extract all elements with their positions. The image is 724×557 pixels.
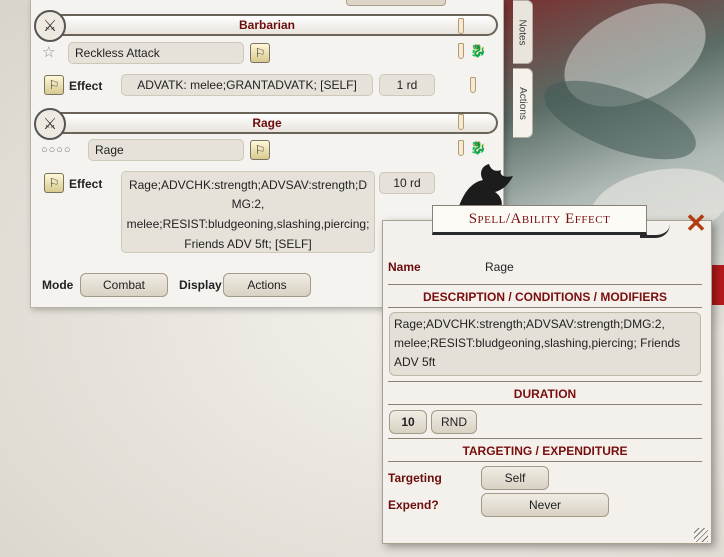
uses-counter[interactable]: ○○○○ (41, 144, 72, 156)
dragon-roll-icon[interactable]: 🐉 (470, 43, 486, 59)
effect-duration-field[interactable]: 1 rd (379, 74, 435, 96)
divider (388, 438, 702, 439)
dragon-roll-icon[interactable]: 🐉 (470, 140, 486, 156)
effect-duration-field[interactable]: 10 rd (379, 172, 435, 194)
effect-line: Friends ADV 5ft; [SELF] (184, 237, 312, 251)
drag-handle-icon[interactable] (470, 77, 476, 93)
drag-handle-icon[interactable] (458, 140, 464, 156)
effect-value-field[interactable]: ADVATK: melee;GRANTADVATK; [SELF] (121, 74, 373, 96)
display-label: Display (179, 278, 222, 292)
power-name-field[interactable]: Reckless Attack (68, 42, 244, 64)
tab-actions[interactable]: Actions (513, 68, 533, 138)
name-value[interactable]: Rage (485, 260, 514, 274)
close-icon[interactable]: ✕ (684, 210, 708, 236)
dragon-crest-icon (459, 164, 513, 208)
description-line: ADV 5ft (394, 355, 436, 369)
duration-unit-button[interactable]: RND (431, 410, 477, 434)
display-button[interactable]: Actions (223, 273, 311, 297)
targeting-button[interactable]: Self (481, 466, 549, 490)
group-title: Barbarian (238, 18, 296, 32)
description-line: Rage;ADVCHK:strength;ADVSAV:strength;DMG… (394, 317, 665, 331)
group-header-barbarian[interactable]: Barbarian (36, 14, 498, 36)
effect-label: Effect (69, 79, 103, 93)
description-line: melee;RESIST:bludgeoning,slashing,pierci… (394, 336, 681, 350)
description-header: DESCRIPTION / CONDITIONS / MODIFIERS (422, 290, 667, 304)
star-icon[interactable]: ☆ (42, 43, 55, 61)
group-header-rage[interactable]: Rage (36, 112, 498, 134)
drag-handle-icon[interactable] (458, 43, 464, 59)
tab-notes-label: Notes (517, 18, 528, 46)
power-name-field[interactable]: Rage (88, 139, 244, 161)
drag-handle-icon[interactable] (458, 18, 464, 34)
side-tab-strip: Notes Actions (505, 0, 533, 140)
sword-icon[interactable]: ⚔ (34, 108, 66, 140)
window-title-banner: Spell/Ability Effect (432, 205, 647, 235)
expend-button[interactable]: Never (481, 493, 609, 517)
tab-actions-label: Actions (517, 86, 529, 120)
drag-handle-icon[interactable] (458, 114, 464, 130)
targeting-header: TARGETING / EXPENDITURE (462, 444, 628, 458)
tab-notes[interactable]: Notes (513, 0, 533, 64)
description-field[interactable]: Rage;ADVCHK:strength;ADVSAV:strength;DMG… (389, 312, 701, 376)
group-title: Rage (252, 116, 282, 130)
power-details-button[interactable]: ⚐ (250, 140, 270, 160)
power-details-button[interactable]: ⚐ (250, 43, 270, 63)
mode-button[interactable]: Combat (80, 273, 168, 297)
targeting-label: Targeting (388, 471, 442, 485)
mode-label: Mode (42, 278, 74, 292)
resize-grip-icon[interactable] (694, 528, 708, 542)
effect-apply-button[interactable]: ⚐ (44, 75, 64, 95)
effect-label: Effect (69, 177, 103, 191)
divider (388, 461, 702, 462)
expend-label: Expend? (388, 498, 439, 512)
sword-icon[interactable]: ⚔ (34, 10, 66, 42)
divider (388, 404, 702, 405)
divider (388, 381, 702, 382)
effect-apply-button[interactable]: ⚐ (44, 173, 64, 193)
duration-header: DURATION (513, 387, 577, 401)
divider (388, 307, 702, 308)
panel-top-button-stub[interactable] (346, 0, 446, 6)
name-label: Name (388, 260, 421, 274)
effect-value-field[interactable]: Rage;ADVCHK:strength;ADVSAV:strength;D M… (121, 171, 375, 253)
duration-value-field[interactable]: 10 (389, 410, 427, 434)
divider (388, 284, 702, 285)
